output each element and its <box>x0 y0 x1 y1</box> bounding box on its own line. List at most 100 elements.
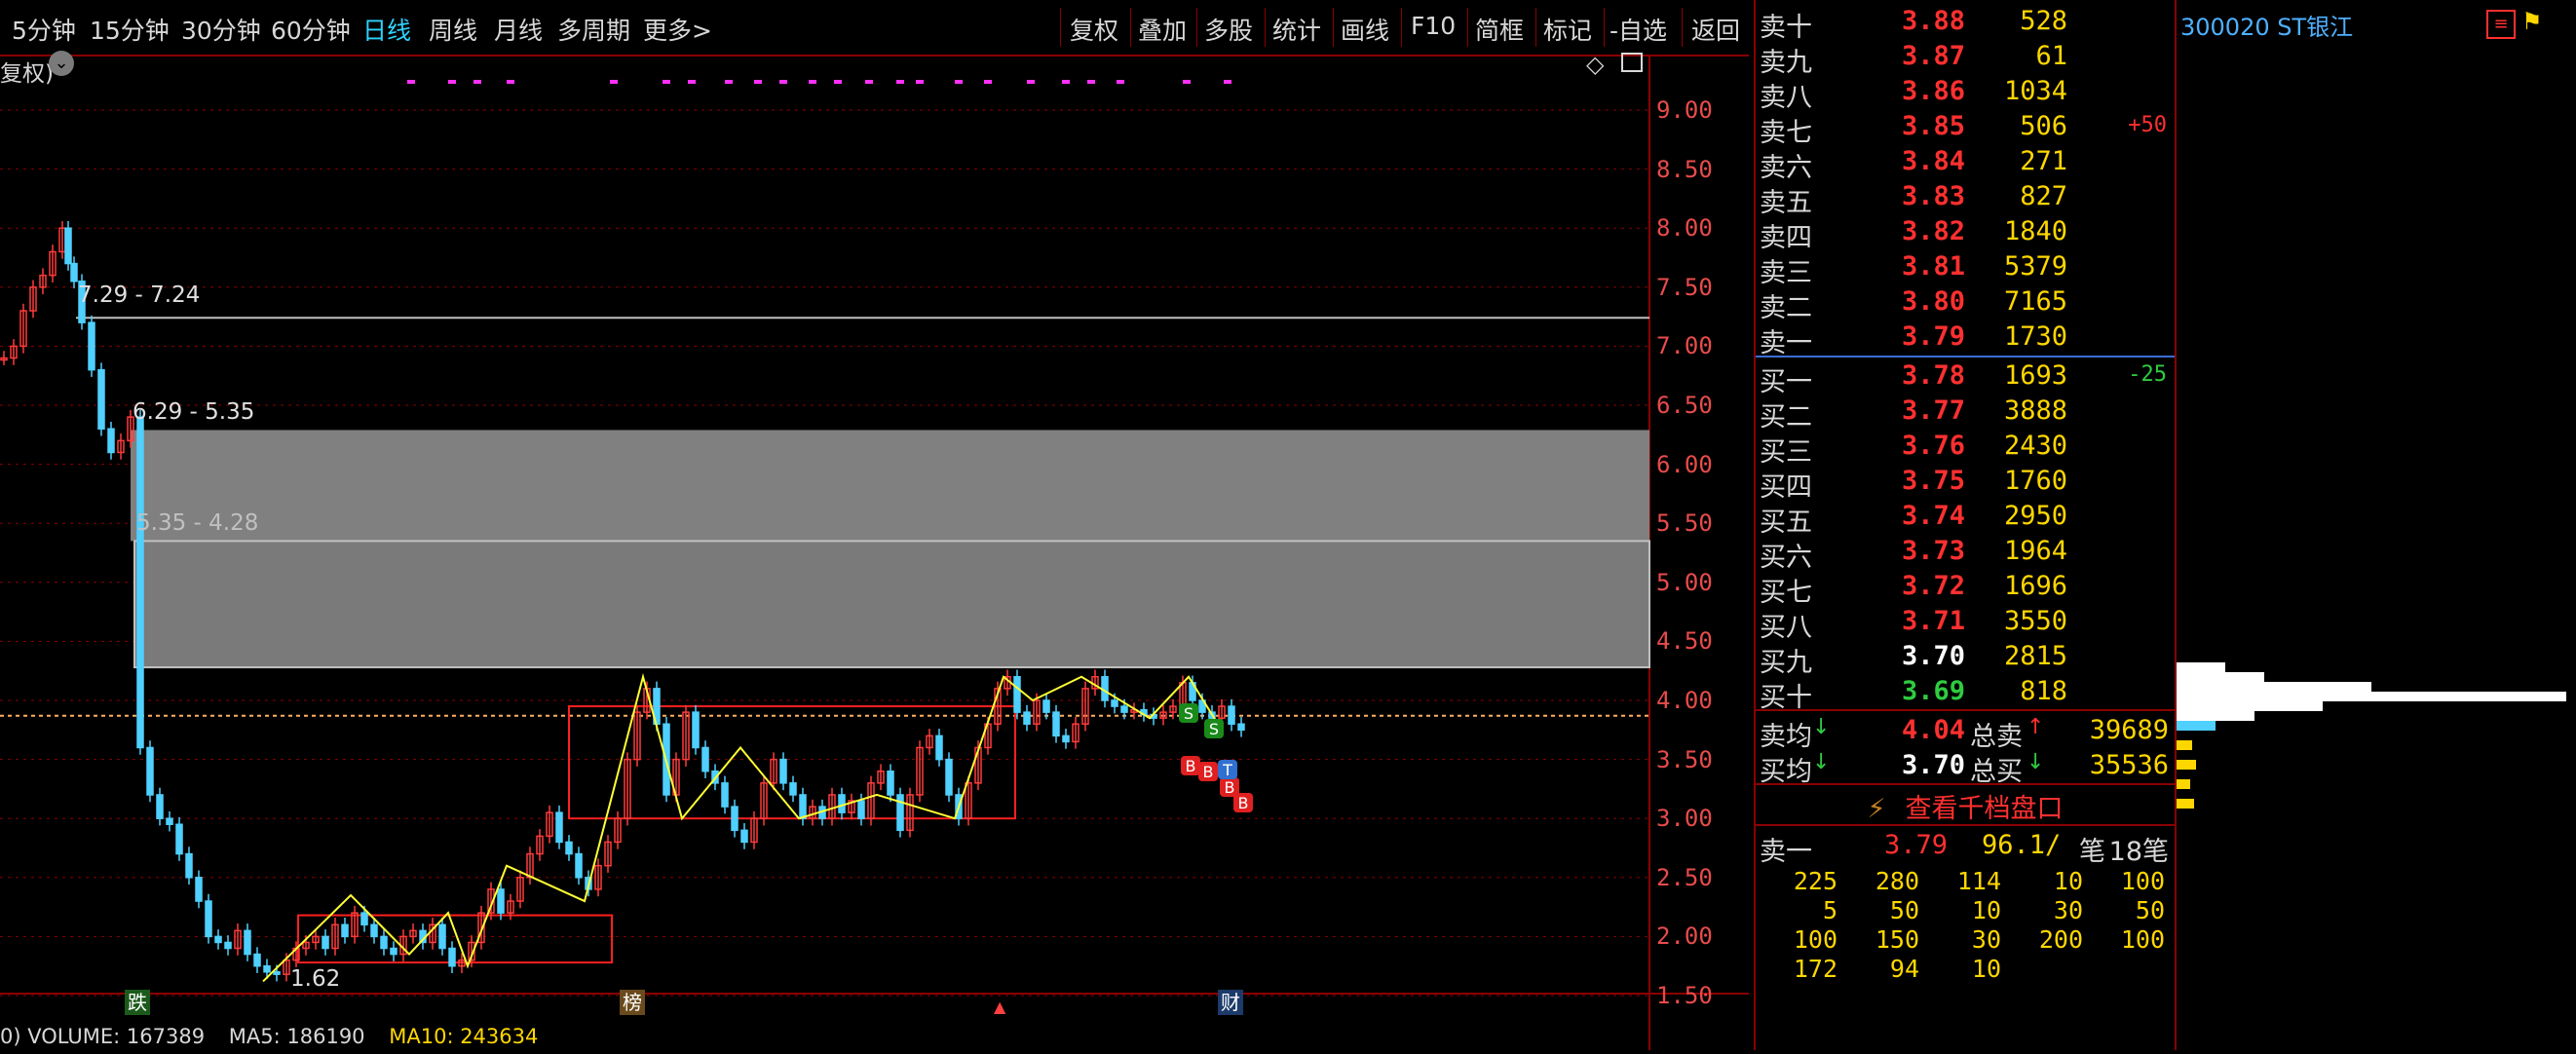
candle-body <box>1111 699 1118 707</box>
level-volume: 3550 <box>2003 606 2067 636</box>
kline-svg[interactable]: SSB BBBT <box>0 56 1749 1050</box>
ma5-label: MA5: 186190 <box>228 1025 365 1048</box>
magenta-marker <box>1087 80 1095 84</box>
kline-chart[interactable]: SSBBBBT 复权) ⌄ ◇ 9.00 8.50 8.00 7.50 7.00 6.50… <box>0 51 1749 1050</box>
sell-level-4[interactable]: 卖七 3.85 506 +50 <box>1756 109 2175 148</box>
depth-panel: 300020 ST银江 ≡ ⚑ <box>2175 0 2576 1050</box>
period-daily[interactable]: 日线 <box>362 12 411 47</box>
buy-level-7[interactable]: 买七 3.72 1696 <box>1756 569 2175 608</box>
price-tick-label: 6.00 <box>1656 450 1713 478</box>
period-30min[interactable]: 30分钟 <box>181 12 261 47</box>
arrow-down-icon: ↓ <box>1812 715 1831 739</box>
queue-price: 3.79 <box>1884 830 1949 860</box>
level-price: 3.81 <box>1902 251 1966 282</box>
thousand-depth-link[interactable]: ⚡ 查看千档盘口 <box>1756 787 2175 826</box>
arrow-down-icon: ↓ <box>2027 750 2045 774</box>
candle-body <box>107 428 115 454</box>
event-marker-list[interactable]: 榜 <box>620 990 645 1015</box>
buy-signal-text: B <box>1238 794 1249 812</box>
queue-cell: 10 <box>2053 867 2083 895</box>
buy-level-4[interactable]: 买四 3.75 1760 <box>1756 464 2175 503</box>
sell-level-1[interactable]: 卖十 3.88 528 <box>1756 4 2175 43</box>
buy-level-3[interactable]: 买三 3.76 2430 <box>1756 429 2175 468</box>
buy-signal-text: B <box>1203 763 1214 781</box>
buy-level-1[interactable]: 买一 3.78 1693 -25 <box>1756 358 2175 397</box>
buy-level-5[interactable]: 买五 3.74 2950 <box>1756 499 2175 538</box>
candle-body <box>1237 723 1245 732</box>
magenta-marker <box>1117 80 1124 84</box>
tool-watchlist[interactable]: -自选 <box>1610 12 1667 47</box>
level-price: 3.84 <box>1902 146 1966 176</box>
period-15min[interactable]: 15分钟 <box>90 12 170 47</box>
period-60min[interactable]: 60分钟 <box>271 12 351 47</box>
price-tick-label: 8.00 <box>1656 214 1713 243</box>
candle-body <box>887 770 894 796</box>
buy-level-8[interactable]: 买八 3.71 3550 <box>1756 604 2175 643</box>
sell-level-3[interactable]: 卖八 3.86 1034 <box>1756 74 2175 113</box>
sell-level-5[interactable]: 卖六 3.84 271 <box>1756 144 2175 183</box>
magenta-marker <box>779 80 787 84</box>
sell-level-6[interactable]: 卖五 3.83 827 <box>1756 179 2175 218</box>
sell-level-9[interactable]: 卖二 3.80 7165 <box>1756 284 2175 323</box>
level-price: 3.75 <box>1902 466 1966 496</box>
buy-level-2[interactable]: 买二 3.77 3888 <box>1756 394 2175 433</box>
tool-simplebox[interactable]: 简框 <box>1475 12 1524 47</box>
profile-bar <box>2177 740 2192 750</box>
magenta-marker <box>754 80 762 84</box>
buy-level-9[interactable]: 买九 3.70 2815 <box>1756 639 2175 678</box>
period-monthly[interactable]: 月线 <box>494 12 543 47</box>
candle-body <box>1013 676 1021 713</box>
buy-level-6[interactable]: 买六 3.73 1964 <box>1756 534 2175 573</box>
sell-level-2[interactable]: 卖九 3.87 61 <box>1756 39 2175 78</box>
period-5min[interactable]: 5分钟 <box>12 12 76 47</box>
tool-back[interactable]: 返回 <box>1691 12 1740 47</box>
chevron-down-icon[interactable]: ⌄ <box>49 51 74 76</box>
level-price: 3.74 <box>1902 501 1966 531</box>
level-change: -25 <box>2128 362 2167 387</box>
tool-stats[interactable]: 统计 <box>1272 12 1321 47</box>
level-price: 3.78 <box>1902 360 1966 391</box>
period-more[interactable]: 更多> <box>643 12 712 47</box>
candle-body <box>555 811 563 844</box>
magenta-marker <box>865 80 873 84</box>
magenta-marker <box>984 80 992 84</box>
magenta-marker <box>407 80 415 84</box>
period-multi[interactable]: 多周期 <box>557 12 630 47</box>
tool-fuquan[interactable]: 复权 <box>1070 12 1118 47</box>
event-marker-fall[interactable]: 跌 <box>125 990 150 1015</box>
ma10-label: MA10: 243634 <box>389 1025 539 1048</box>
layout-toggle-icon[interactable] <box>1621 53 1643 72</box>
tool-f10[interactable]: F10 <box>1411 12 1456 40</box>
resistance-zone-lower <box>133 540 1650 669</box>
magenta-marker <box>663 80 670 84</box>
queue-cell: 50 <box>2135 896 2165 924</box>
candle-body <box>322 935 329 950</box>
tool-overlay[interactable]: 叠加 <box>1138 12 1187 47</box>
level-price: 3.73 <box>1902 536 1966 566</box>
queue-cell: 100 <box>2120 867 2165 895</box>
tool-draw[interactable]: 画线 <box>1341 12 1389 47</box>
event-marker-finance[interactable]: 财 <box>1218 990 1243 1015</box>
diamond-icon[interactable]: ◇ <box>1586 51 1604 78</box>
candle-body <box>341 923 349 938</box>
volume-label: VOLUME: 167389 <box>27 1025 206 1048</box>
level-volume: 2950 <box>2003 501 2067 531</box>
sell-level-8[interactable]: 卖三 3.81 5379 <box>1756 249 2175 288</box>
profile-bar <box>2177 711 2254 721</box>
level-volume: 7165 <box>2003 286 2067 317</box>
tool-mark[interactable]: 标记 <box>1543 12 1592 47</box>
queue-cell: 50 <box>1889 896 1919 924</box>
level-volume: 1964 <box>2003 536 2067 566</box>
level-volume: 2430 <box>2003 431 2067 461</box>
candle-body <box>1062 734 1070 743</box>
candle-body <box>497 888 505 914</box>
buy-level-10[interactable]: 买十 3.69 818 <box>1756 674 2175 713</box>
price-tick-label: 4.50 <box>1656 627 1713 656</box>
level-price: 3.70 <box>1902 641 1966 671</box>
period-weekly[interactable]: 周线 <box>429 12 477 47</box>
sell-level-7[interactable]: 卖四 3.82 1840 <box>1756 214 2175 253</box>
magenta-marker <box>1183 80 1191 84</box>
sell-level-10[interactable]: 卖一 3.79 1730 <box>1756 320 2175 358</box>
candle-body <box>146 746 154 796</box>
tool-multistock[interactable]: 多股 <box>1204 12 1253 47</box>
